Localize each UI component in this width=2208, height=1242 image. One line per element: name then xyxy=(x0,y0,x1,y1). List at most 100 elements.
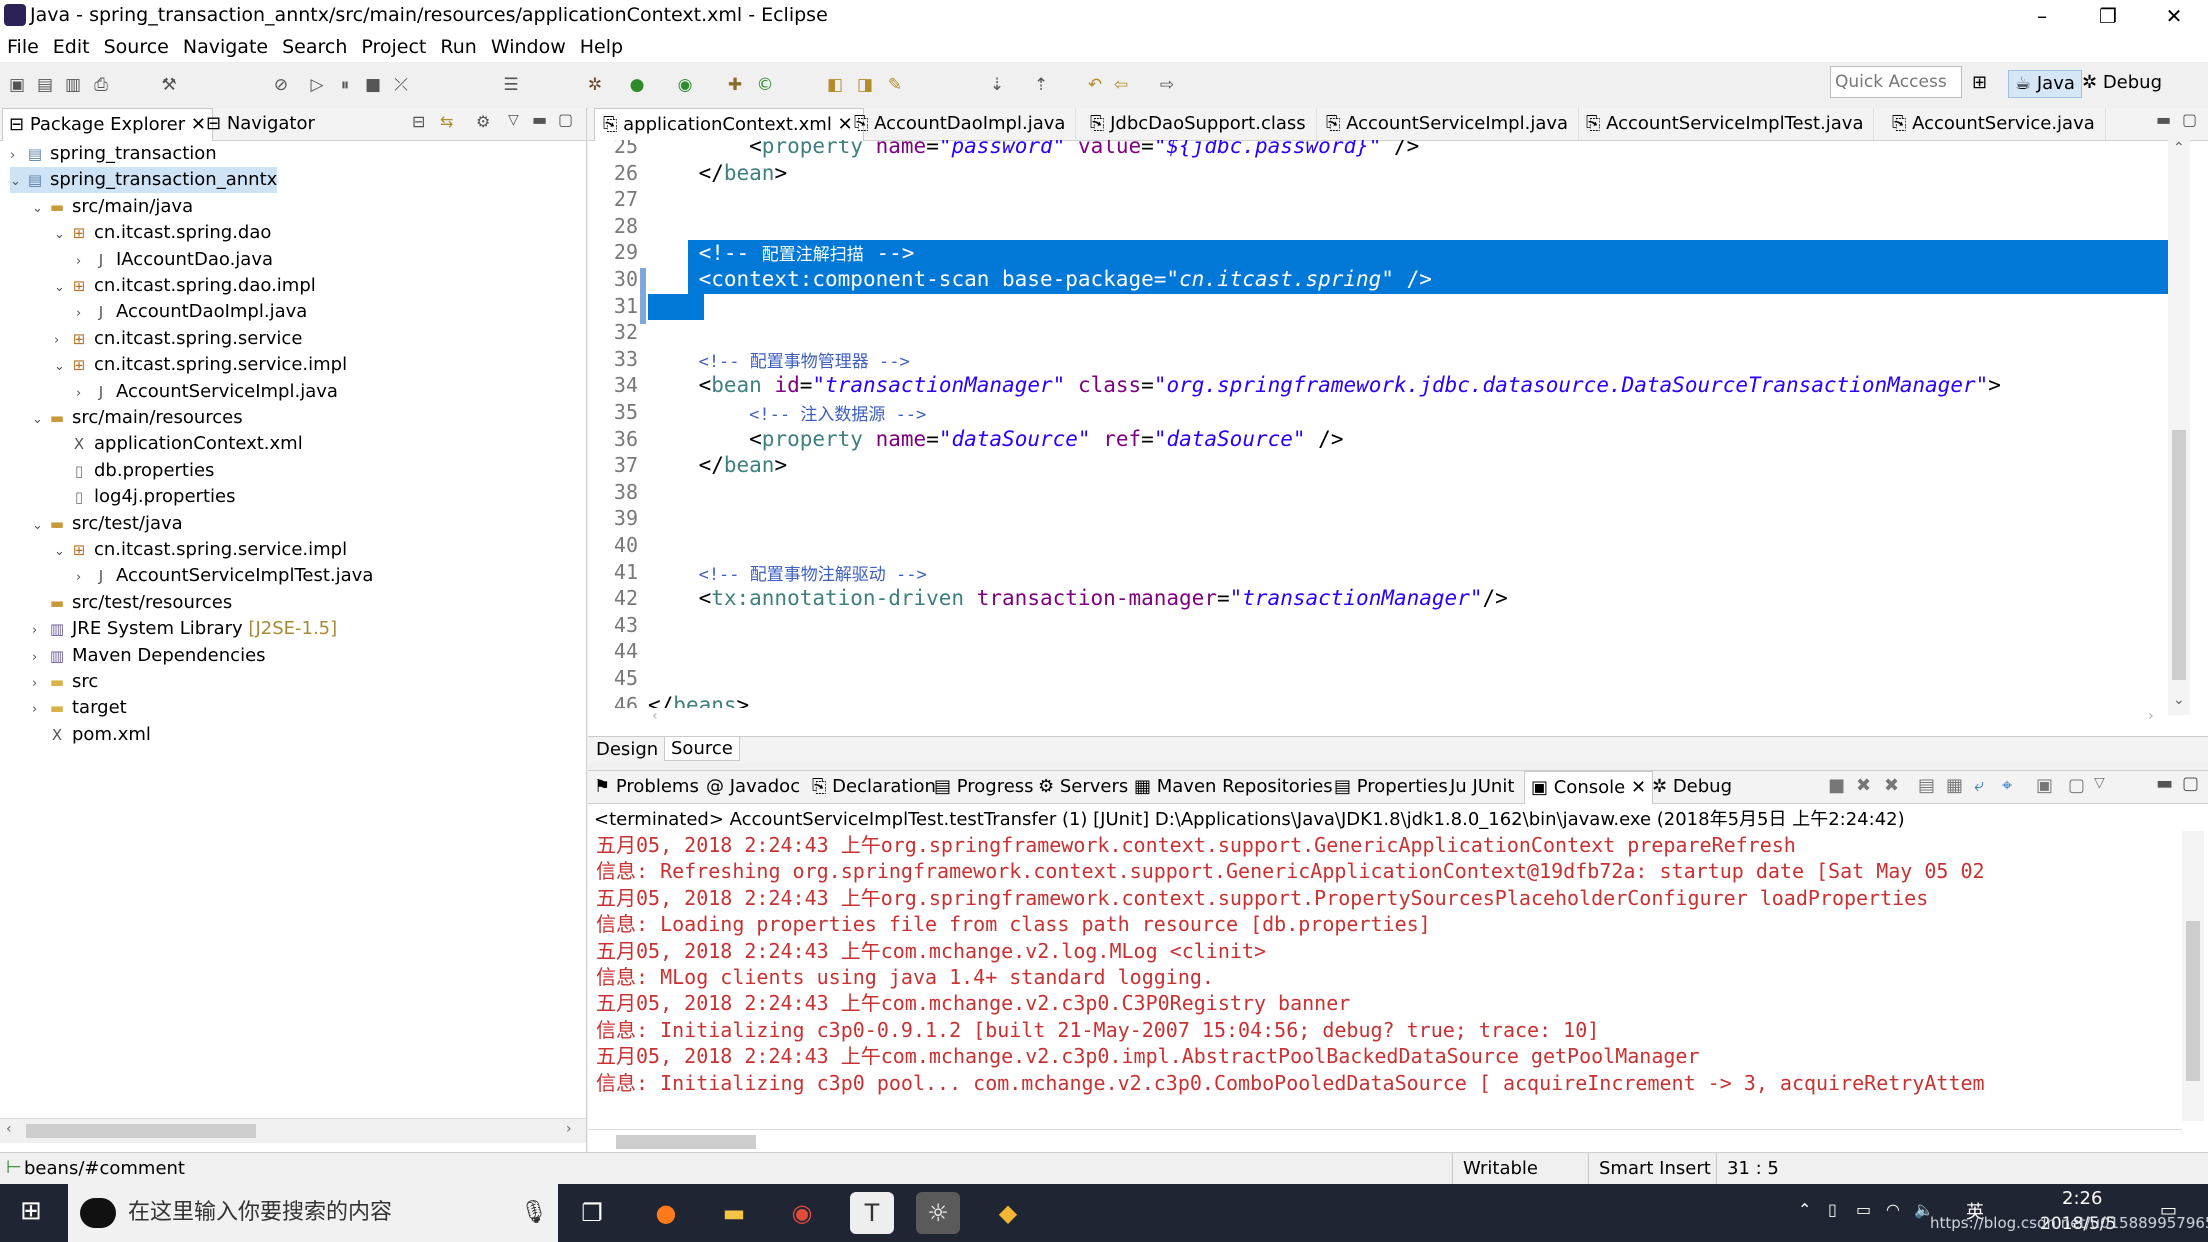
tab-declaration[interactable]: ⎘ Declaration xyxy=(812,771,936,803)
tab-servers[interactable]: ⚙ Servers xyxy=(1038,771,1128,803)
last-edit-icon[interactable]: ↶ xyxy=(1084,74,1106,96)
code-line[interactable]: <!-- 配置注解扫描 --> xyxy=(648,240,915,265)
menu-project[interactable]: Project xyxy=(354,32,433,62)
scroll-thumb[interactable] xyxy=(2186,921,2200,1081)
coverage-icon[interactable]: ◉ xyxy=(674,74,696,96)
tab-console[interactable]: ▣ Console ✕ xyxy=(1524,771,1654,804)
collapse-all-icon[interactable]: ⊟ xyxy=(412,112,425,131)
prev-annotation-icon[interactable]: ⇡ xyxy=(1030,74,1052,96)
tree-item[interactable]: ⌄ ⊞ cn.itcast.spring.dao.impl xyxy=(54,273,316,299)
minimize-view-icon[interactable]: ▬ xyxy=(532,110,547,129)
tree-item[interactable]: ⌄ ⊞ cn.itcast.spring.service.impl xyxy=(54,537,347,563)
scroll-thumb[interactable] xyxy=(26,1124,256,1138)
remove-all-icon[interactable]: ✖ xyxy=(1884,775,1899,796)
save-all-icon[interactable]: ▥ xyxy=(62,74,84,96)
chevron-right-icon[interactable]: › xyxy=(76,249,92,275)
tree-item[interactable]: › ▤ spring_transaction xyxy=(10,141,217,167)
tree-item[interactable]: ⌄ ▤ spring_transaction_anntx xyxy=(10,167,278,194)
code-line[interactable]: <!-- 注入数据源 --> xyxy=(648,400,926,425)
tree-item[interactable]: ⌄ ▬ src/main/java xyxy=(32,194,193,220)
tree-item[interactable]: › J AccountServiceImplTest.java xyxy=(76,563,373,589)
tab-javadoc[interactable]: @ Javadoc xyxy=(706,771,800,803)
firefox-icon[interactable]: ● xyxy=(644,1192,688,1234)
code-line[interactable]: </bean> xyxy=(648,453,788,477)
tree-item[interactable]: ▬ src/test/resources xyxy=(32,590,232,616)
editor-vertical-scrollbar[interactable]: ⌃ ⌄ xyxy=(2168,140,2190,715)
code-line[interactable]: <property name="password" value="${jdbc.… xyxy=(648,140,1419,158)
tab-accountservice[interactable]: ⎘ AccountService.java xyxy=(1884,108,2106,140)
code-line[interactable]: <tx:annotation-driven transaction-manage… xyxy=(648,586,1508,610)
menu-source[interactable]: Source xyxy=(97,32,176,62)
chevron-down-icon[interactable]: ⌄ xyxy=(54,539,70,565)
display-console-icon[interactable]: ▣ xyxy=(2036,775,2053,796)
run-icon[interactable]: ● xyxy=(626,74,648,96)
tree-item[interactable]: › ▬ target xyxy=(32,695,127,721)
chevron-right-icon[interactable]: › xyxy=(32,671,48,697)
new-java-project-icon[interactable]: ✚ xyxy=(724,74,746,96)
scroll-thumb[interactable] xyxy=(2172,430,2186,680)
back-icon[interactable]: ⇦ xyxy=(1110,74,1132,96)
scroll-lock-icon[interactable]: ▤ xyxy=(1918,775,1935,796)
tab-design[interactable]: Design xyxy=(596,739,658,760)
menu-help[interactable]: Help xyxy=(573,32,630,62)
menu-search[interactable]: Search xyxy=(275,32,354,62)
tree-item[interactable]: › ⊞ cn.itcast.spring.service xyxy=(54,326,302,352)
tab-maven-repositories[interactable]: ▦ Maven Repositories xyxy=(1134,771,1333,803)
word-wrap-icon[interactable]: ⤶ xyxy=(1974,775,1984,796)
scroll-down-icon[interactable]: ⌄ xyxy=(2173,692,2185,708)
code-line[interactable]: <!-- 配置事物管理器 --> xyxy=(648,347,910,372)
maximize-view-icon[interactable]: ▢ xyxy=(558,110,573,129)
code-line[interactable]: <bean id="transactionManager" class="org… xyxy=(648,373,2001,397)
scroll-thumb[interactable] xyxy=(616,1135,756,1149)
open-type-icon[interactable]: ◧ xyxy=(824,74,846,96)
scroll-up-icon[interactable]: ⌃ xyxy=(2173,140,2185,156)
close-icon[interactable]: ✕ xyxy=(1631,777,1646,798)
editor-horizontal-scrollbar[interactable]: ‹ › xyxy=(588,708,2168,732)
perspective-java[interactable]: ☕ Java xyxy=(2008,70,2082,98)
tree-item[interactable]: › ▬ src xyxy=(32,669,98,695)
typora-icon[interactable]: T xyxy=(850,1192,894,1234)
perspective-debug[interactable]: ✲ Debug xyxy=(2076,70,2168,96)
chevron-right-icon[interactable]: › xyxy=(32,697,48,723)
close-button[interactable]: ✕ xyxy=(2144,0,2204,32)
code-line[interactable]: <context:component-scan base-package="cn… xyxy=(648,267,1432,291)
chevron-right-icon[interactable]: › xyxy=(10,143,26,169)
tree-item[interactable]: › ▥ Maven Dependencies xyxy=(32,643,266,669)
scroll-right-icon[interactable]: › xyxy=(2148,708,2154,724)
chevron-right-icon[interactable]: › xyxy=(76,301,92,327)
new-icon[interactable]: ▣ xyxy=(6,74,28,96)
chevron-down-icon[interactable]: ⌄ xyxy=(32,407,48,433)
tab-jdbcdaosupport[interactable]: ⎘ JdbcDaoSupport.class xyxy=(1082,108,1317,140)
chrome-icon[interactable]: ◉ xyxy=(780,1192,824,1234)
tree-item[interactable]: ⌄ ⊞ cn.itcast.spring.service.impl xyxy=(54,352,347,378)
app-icon[interactable]: ◆ xyxy=(986,1192,1030,1234)
link-editor-icon[interactable]: ⇆ xyxy=(440,112,453,131)
new-console-icon[interactable]: ▢ xyxy=(2068,775,2085,796)
tab-package-explorer[interactable]: ⊟ Package Explorer ✕ xyxy=(2,108,213,141)
maximize-editor-icon[interactable]: ▢ xyxy=(2182,110,2197,129)
tab-debug[interactable]: ✲ Debug xyxy=(1652,771,1732,803)
menu-edit[interactable]: Edit xyxy=(46,32,97,62)
scroll-left-icon[interactable]: ‹ xyxy=(6,1121,12,1137)
build-icon[interactable]: ⚒ xyxy=(158,74,180,96)
code-line[interactable]: </bean> xyxy=(648,161,788,185)
debug-icon[interactable]: ✲ xyxy=(584,74,606,96)
tab-navigator[interactable]: ⊟ Navigator xyxy=(200,108,321,140)
code-area[interactable]: 25 <property name="password" value="${jd… xyxy=(588,140,2168,715)
skip-breakpoints-icon[interactable]: ⊘ xyxy=(270,74,292,96)
task-icon[interactable]: ☰ xyxy=(500,74,522,96)
tab-accountdaoimpl[interactable]: ⎘ AccountDaoImpl.java xyxy=(846,108,1077,140)
search-tool-icon[interactable]: ✎ xyxy=(884,74,906,96)
chevron-right-icon[interactable]: › xyxy=(76,565,92,591)
view-menu-dropdown-icon[interactable]: ▽ xyxy=(508,112,519,128)
tree-item[interactable]: › J AccountDaoImpl.java xyxy=(76,299,307,325)
view-menu-icon[interactable]: ⚙ xyxy=(476,112,490,131)
task-view-icon[interactable]: ❐ xyxy=(570,1192,614,1234)
tree-item[interactable]: ⌄ ▬ src/test/java xyxy=(32,511,183,537)
terminate-icon[interactable]: ■ xyxy=(362,74,384,96)
quick-access-input[interactable]: Quick Access xyxy=(1830,66,1962,98)
pin-console-icon[interactable]: ⌖ xyxy=(2002,775,2012,796)
disconnect-icon[interactable]: ⤫ xyxy=(390,74,412,96)
maximize-view-icon[interactable]: ▢ xyxy=(2182,773,2199,794)
battery-icon[interactable]: ▭ xyxy=(1856,1200,1871,1219)
